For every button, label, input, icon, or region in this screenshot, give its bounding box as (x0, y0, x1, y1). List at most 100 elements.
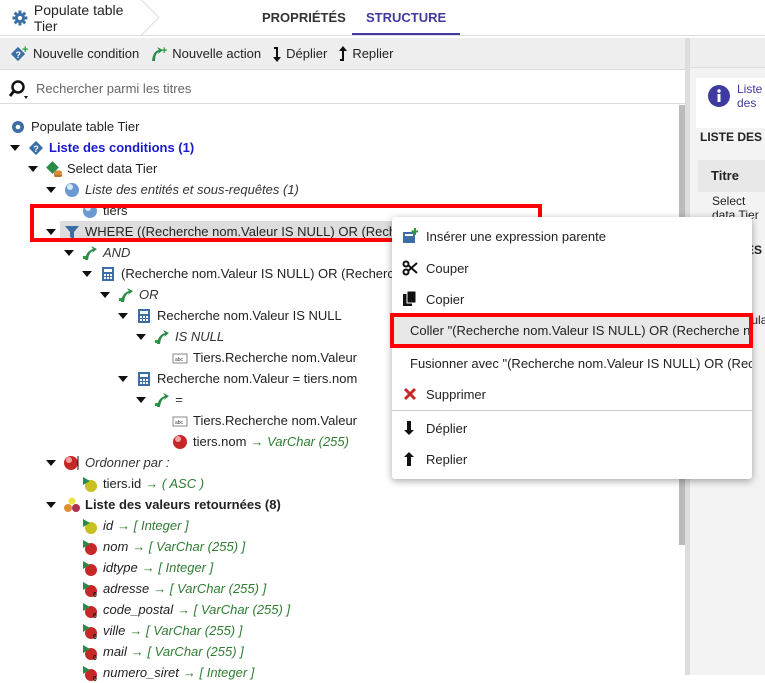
svg-text:?: ? (16, 50, 22, 60)
tree-node-label: Populate table Tier (31, 119, 140, 134)
yellow-sphere-key-icon (83, 519, 97, 534)
svg-text:0: 0 (93, 655, 97, 660)
breadcrumb[interactable]: Populate table Tier (0, 0, 150, 35)
new-condition-button[interactable]: ? + Nouvelle condition (10, 45, 139, 63)
expand-toggle-icon[interactable] (64, 250, 74, 256)
tree-node[interactable]: 0 ville → [ VarChar (255) ] (0, 620, 680, 641)
menu-item-delete[interactable]: Supprimer (392, 379, 752, 409)
expand-button[interactable]: Déplier (271, 45, 327, 63)
blue-sphere-icon (65, 183, 79, 197)
menu-item-label: Replier (426, 451, 468, 467)
tab-structure[interactable]: STRUCTURE (352, 0, 461, 35)
tree-node-label: adresse (103, 581, 150, 596)
svg-text:0: 0 (93, 634, 97, 639)
sort-icon (64, 456, 79, 470)
menu-item-label: Insérer une expression parente (426, 228, 606, 244)
red-sphere-field-icon (83, 561, 97, 576)
expand-toggle-icon[interactable] (136, 397, 146, 403)
spheres-icon (64, 497, 80, 512)
tree-node-label: OR (139, 287, 159, 302)
expand-label: Déplier (286, 46, 328, 61)
menu-item-collapse[interactable]: Replier (392, 444, 752, 474)
menu-item-copy[interactable]: Copier (392, 284, 752, 314)
condition-icon: ? (28, 140, 44, 156)
tree-node[interactable]: Select data Tier (0, 158, 680, 179)
red-sphere-nullable-icon: 0 (83, 603, 97, 618)
tree-node-type: → [ Integer ] (141, 560, 214, 575)
expand-toggle-icon[interactable] (28, 166, 38, 172)
scissors-icon (402, 260, 418, 276)
tree-node-type: → [ VarChar (255) ] (132, 539, 246, 554)
conditions-section-header: LISTE DES CONDITIONS (700, 130, 765, 144)
red-sphere-nullable-icon: 0 (83, 666, 97, 681)
expand-toggle-icon[interactable] (136, 334, 146, 340)
tree-node-type: → ( ASC ) (145, 476, 205, 491)
calculator-icon (138, 309, 150, 323)
menu-item-label: Fusionner avec "(Recherche nom.Valeur IS… (410, 355, 752, 371)
tree-node-label: Ordonner par : (85, 455, 170, 470)
expand-toggle-icon[interactable] (46, 502, 56, 508)
menu-item-paste[interactable]: Fusionner avec "(Recherche nom.Valeur IS… (392, 348, 752, 378)
tree-node[interactable]: Liste des entités et sous-requêtes (1) (0, 179, 680, 200)
tree-node[interactable]: idtype → [ Integer ] (0, 557, 680, 578)
search-icon[interactable] (8, 79, 30, 101)
operator-icon (155, 330, 169, 344)
tree-node[interactable]: id → [ Integer ] (0, 515, 680, 536)
menu-item-insert-parent[interactable]: Insérer une expression parente (392, 221, 752, 251)
collapse-icon (339, 45, 348, 61)
tree-node[interactable]: 0 numero_siret → [ Integer ] (0, 662, 680, 683)
menu-item-scissors[interactable]: Couper (392, 253, 752, 283)
tree-node[interactable]: ? Liste des conditions (1) (0, 137, 680, 158)
red-sphere-nullable-icon: 0 (83, 624, 97, 639)
expand-toggle-icon[interactable] (82, 271, 92, 277)
svg-text:abc: abc (175, 357, 184, 363)
info-icon (708, 85, 730, 107)
new-action-label: Nouvelle action (172, 46, 262, 61)
svg-text:0: 0 (93, 592, 97, 597)
red-sphere-icon (173, 435, 187, 449)
expand-toggle-icon[interactable] (100, 292, 110, 298)
tree-node-label: Liste des conditions (1) (49, 140, 195, 155)
top-bar: Populate table Tier PROPRIÉTÉS STRUCTURE (0, 0, 765, 36)
new-action-button[interactable]: + Nouvelle action (149, 45, 261, 63)
expand-toggle-icon[interactable] (118, 313, 128, 319)
collapse-button[interactable]: Replier (337, 45, 394, 63)
menu-item-label: Supprimer (426, 386, 486, 402)
tree-node-label: Tiers.Recherche nom.Valeur (193, 413, 358, 428)
svg-text:+: + (161, 45, 167, 57)
expand-toggle-icon[interactable] (10, 145, 20, 151)
expand-icon (404, 421, 414, 435)
tree-node[interactable]: nom → [ VarChar (255) ] (0, 536, 680, 557)
expand-toggle-icon[interactable] (46, 460, 56, 466)
info-text: Liste des conditions de Populate table T… (737, 82, 765, 112)
yellow-sphere-key-icon (83, 477, 97, 492)
svg-text:+: + (22, 45, 28, 56)
tree-node[interactable]: Populate table Tier (0, 116, 680, 137)
expand-toggle-icon[interactable] (118, 376, 128, 382)
tree-node[interactable]: Liste des valeurs retournées (8) (0, 494, 680, 515)
expand-toggle-icon[interactable] (46, 187, 56, 193)
new-action-icon: + (152, 45, 168, 61)
tree-node-label: mail (103, 644, 127, 659)
menu-item-label: Déplier (426, 420, 468, 436)
tab-proprietes[interactable]: PROPRIÉTÉS (248, 0, 360, 35)
column-title[interactable]: Titre (711, 168, 739, 183)
breadcrumb-title: Populate table Tier (33, 1, 124, 34)
search-input[interactable] (36, 78, 636, 98)
tree-node[interactable]: 0 mail → [ VarChar (255) ] (0, 641, 680, 662)
tree-node-label: code_postal (103, 602, 174, 617)
menu-item-expand[interactable]: Déplier (392, 413, 752, 443)
tree-node-type: → VarChar (255) (250, 434, 349, 449)
tree-node[interactable]: 0 code_postal → [ VarChar (255) ] (0, 599, 680, 620)
highlight-paste-item (390, 313, 753, 348)
new-condition-label: Nouvelle condition (33, 46, 140, 61)
tree-node-type: → [ VarChar (255) ] (130, 644, 244, 659)
search-bar (0, 72, 685, 104)
tree-node[interactable]: 0 adresse → [ VarChar (255) ] (0, 578, 680, 599)
tree-node-label: idtype (103, 560, 138, 575)
expand-icon (273, 46, 282, 62)
svg-text:abc: abc (175, 420, 184, 426)
menu-item-label: Couper (426, 260, 469, 276)
tree-node-label: tiers.id (103, 476, 142, 491)
tree-node-label: Select data Tier (67, 161, 158, 176)
